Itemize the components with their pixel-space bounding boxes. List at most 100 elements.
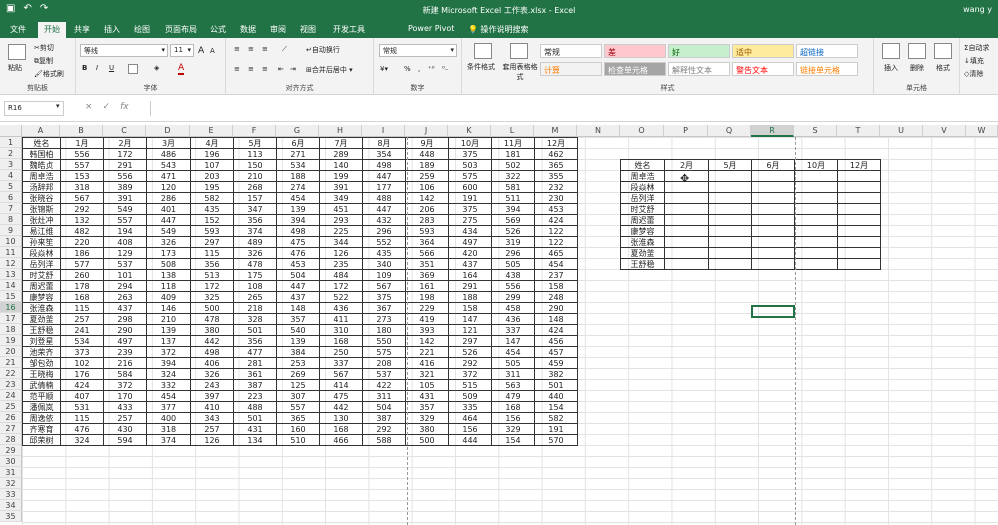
table-cell[interactable]: 范平顺: [22, 390, 61, 402]
table-cell[interactable]: 魏皓贞: [22, 159, 61, 171]
table-cell[interactable]: 567: [60, 192, 104, 204]
table-cell[interactable]: [708, 236, 752, 248]
row-header[interactable]: 26: [0, 412, 22, 423]
table-cell[interactable]: 139: [146, 324, 191, 336]
table-cell[interactable]: 268: [233, 181, 277, 193]
table-cell[interactable]: 375: [448, 148, 492, 160]
clear-button[interactable]: ◇清除: [964, 69, 983, 79]
table-cell[interactable]: 张灶冲: [22, 214, 61, 226]
table-cell[interactable]: 479: [491, 390, 535, 402]
table-cell[interactable]: 329: [491, 423, 535, 435]
table-cell[interactable]: 534: [276, 159, 320, 171]
table-cell[interactable]: [708, 192, 752, 204]
table-cell[interactable]: 600: [448, 181, 492, 193]
table-cell[interactable]: 139: [276, 335, 320, 347]
table-cell[interactable]: [708, 247, 752, 259]
table-cell[interactable]: 356: [190, 258, 234, 270]
table-cell[interactable]: 456: [534, 335, 578, 347]
table-cell[interactable]: 210: [233, 170, 277, 182]
delete-cells-button[interactable]: 删除: [910, 63, 924, 73]
table-cell[interactable]: 158: [448, 302, 492, 314]
table-cell[interactable]: 2月: [103, 137, 147, 149]
table-cell[interactable]: 253: [276, 357, 320, 369]
table-cell[interactable]: 361: [233, 368, 277, 380]
row-header[interactable]: 21: [0, 357, 22, 368]
row-header[interactable]: 35: [0, 511, 22, 522]
table-cell[interactable]: 372: [146, 346, 191, 358]
row-header[interactable]: 11: [0, 247, 22, 258]
table-cell[interactable]: 296: [362, 225, 406, 237]
tab-power-pivot[interactable]: Power Pivot: [408, 24, 454, 33]
table-cell[interactable]: 140: [319, 159, 363, 171]
table-cell[interactable]: 515: [448, 379, 492, 391]
table-cell[interactable]: 318: [146, 423, 191, 435]
table-cell[interactable]: 437: [276, 291, 320, 303]
table-cell[interactable]: 501: [534, 379, 578, 391]
tab-view[interactable]: 视图: [300, 24, 316, 35]
table-cell[interactable]: 248: [534, 291, 578, 303]
table-cell[interactable]: 488: [362, 192, 406, 204]
table-cell[interactable]: 503: [448, 159, 492, 171]
tab-formulas[interactable]: 公式: [210, 24, 226, 35]
table-cell[interactable]: 5月: [708, 159, 752, 171]
table-cell[interactable]: 189: [405, 159, 449, 171]
table-cell[interactable]: 372: [448, 368, 492, 380]
table-cell[interactable]: [664, 236, 709, 248]
table-cell[interactable]: 410: [190, 401, 234, 413]
border-button[interactable]: [128, 64, 138, 74]
table-cell[interactable]: 298: [103, 313, 147, 325]
table-cell[interactable]: 575: [362, 346, 406, 358]
row-header[interactable]: 32: [0, 478, 22, 489]
table-cell[interactable]: 周卓浩: [620, 170, 665, 182]
table-cell[interactable]: 孙来笙: [22, 236, 61, 248]
table-cell[interactable]: 584: [103, 368, 147, 380]
table-cell[interactable]: 409: [146, 291, 191, 303]
table-cell[interactable]: [708, 225, 752, 237]
column-header[interactable]: N: [577, 125, 620, 137]
table-cell[interactable]: 岳列洋: [620, 192, 665, 204]
table-cell[interactable]: 593: [405, 225, 449, 237]
table-cell[interactable]: 534: [60, 335, 104, 347]
select-all-corner[interactable]: [0, 125, 22, 137]
table-cell[interactable]: 12月: [534, 137, 578, 149]
table-cell[interactable]: [837, 247, 881, 259]
table-cell[interactable]: 340: [362, 258, 406, 270]
table-cell[interactable]: 290: [103, 324, 147, 336]
table-cell[interactable]: 178: [60, 280, 104, 292]
tab-draw[interactable]: 绘图: [134, 24, 150, 35]
table-cell[interactable]: 497: [448, 236, 492, 248]
table-cell[interactable]: [837, 192, 881, 204]
table-cell[interactable]: [751, 247, 795, 259]
table-cell[interactable]: 482: [60, 225, 104, 237]
table-cell[interactable]: 186: [60, 247, 104, 259]
table-cell[interactable]: [794, 192, 838, 204]
cell-style-item[interactable]: 解释性文本: [668, 62, 730, 76]
table-cell[interactable]: 500: [190, 302, 234, 314]
table-cell[interactable]: [837, 181, 881, 193]
table-cell[interactable]: 394: [146, 357, 191, 369]
table-cell[interactable]: 243: [190, 379, 234, 391]
table-cell[interactable]: 148: [534, 313, 578, 325]
table-cell[interactable]: 411: [319, 313, 363, 325]
table-cell[interactable]: 436: [491, 313, 535, 325]
wrap-text-button[interactable]: ↵自动换行: [306, 45, 340, 55]
table-cell[interactable]: 436: [319, 302, 363, 314]
table-cell[interactable]: 347: [233, 203, 277, 215]
table-cell[interactable]: 156: [491, 412, 535, 424]
table-cell[interactable]: 153: [60, 170, 104, 182]
table-cell[interactable]: 373: [60, 346, 104, 358]
table-cell[interactable]: 549: [103, 203, 147, 215]
table-cell[interactable]: 225: [319, 225, 363, 237]
row-header[interactable]: 8: [0, 214, 22, 225]
table-cell[interactable]: 504: [362, 401, 406, 413]
table-cell[interactable]: 250: [319, 346, 363, 358]
table-cell[interactable]: 191: [448, 192, 492, 204]
table-cell[interactable]: 296: [491, 247, 535, 259]
column-header[interactable]: I: [362, 125, 405, 137]
increase-decimal-icon[interactable]: ⁺⁰: [428, 65, 435, 73]
table-cell[interactable]: 447: [362, 203, 406, 215]
column-header[interactable]: A: [22, 125, 60, 137]
row-header[interactable]: 3: [0, 159, 22, 170]
table-cell[interactable]: 400: [146, 412, 191, 424]
table-cell[interactable]: 周迟蕾: [620, 214, 665, 226]
